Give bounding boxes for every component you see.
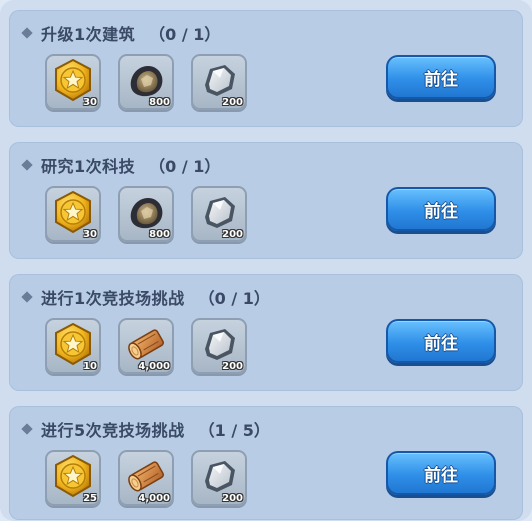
task-title: 研究1次科技: [41, 157, 136, 176]
reward-list: 30 800 200: [45, 186, 247, 242]
task-progress: （0 / 1）: [149, 25, 221, 44]
reward-list: 25 4,000 200: [45, 450, 247, 506]
task-card: 进行5次竞技场挑战 （1 / 5） 25 4,000 200 前往: [9, 406, 523, 520]
reward-slot[interactable]: 800: [118, 54, 174, 110]
reward-slot[interactable]: 30: [45, 186, 101, 242]
task-card: 研究1次科技 （0 / 1） 30 800 200 前往: [9, 142, 523, 259]
reward-slot[interactable]: 10: [45, 318, 101, 374]
reward-count: 200: [222, 361, 243, 372]
reward-slot[interactable]: 200: [191, 318, 247, 374]
task-progress: （0 / 1）: [149, 157, 221, 176]
reward-count: 800: [149, 229, 170, 240]
reward-list: 10 4,000 200: [45, 318, 247, 374]
task-progress: （1 / 5）: [198, 421, 270, 440]
task-title: 升级1次建筑: [41, 25, 136, 44]
reward-list: 30 800 200: [45, 54, 247, 110]
reward-count: 200: [222, 493, 243, 504]
reward-count: 10: [83, 361, 97, 372]
reward-count: 4,000: [138, 493, 170, 504]
diamond-bullet-icon: [21, 291, 33, 303]
task-title: 进行5次竞技场挑战: [41, 421, 185, 440]
reward-count: 25: [83, 493, 97, 504]
reward-slot[interactable]: 25: [45, 450, 101, 506]
reward-count: 30: [83, 97, 97, 108]
go-button[interactable]: 前往: [386, 451, 496, 495]
task-card: 进行1次竞技场挑战 （0 / 1） 10 4,000 200 前往: [9, 274, 523, 391]
reward-slot[interactable]: 200: [191, 450, 247, 506]
reward-count: 4,000: [138, 361, 170, 372]
task-title-row: 进行5次竞技场挑战 （1 / 5）: [21, 416, 270, 442]
reward-slot[interactable]: 4,000: [118, 318, 174, 374]
reward-slot[interactable]: 4,000: [118, 450, 174, 506]
diamond-bullet-icon: [21, 423, 33, 435]
task-title-row: 研究1次科技 （0 / 1）: [21, 152, 220, 178]
task-panel: 升级1次建筑 （0 / 1） 30 800 200 前往 研究1次科技 （0 /…: [0, 0, 532, 521]
task-title-row: 升级1次建筑 （0 / 1）: [21, 20, 220, 46]
diamond-bullet-icon: [21, 27, 33, 39]
reward-count: 800: [149, 97, 170, 108]
reward-count: 200: [222, 229, 243, 240]
go-button[interactable]: 前往: [386, 319, 496, 363]
reward-count: 30: [83, 229, 97, 240]
reward-slot[interactable]: 30: [45, 54, 101, 110]
reward-slot[interactable]: 200: [191, 186, 247, 242]
task-title-row: 进行1次竞技场挑战 （0 / 1）: [21, 284, 270, 310]
reward-count: 200: [222, 97, 243, 108]
go-button[interactable]: 前往: [386, 55, 496, 99]
task-card: 升级1次建筑 （0 / 1） 30 800 200 前往: [9, 10, 523, 127]
task-progress: （0 / 1）: [198, 289, 270, 308]
diamond-bullet-icon: [21, 159, 33, 171]
reward-slot[interactable]: 800: [118, 186, 174, 242]
go-button[interactable]: 前往: [386, 187, 496, 231]
reward-slot[interactable]: 200: [191, 54, 247, 110]
task-title: 进行1次竞技场挑战: [41, 289, 185, 308]
